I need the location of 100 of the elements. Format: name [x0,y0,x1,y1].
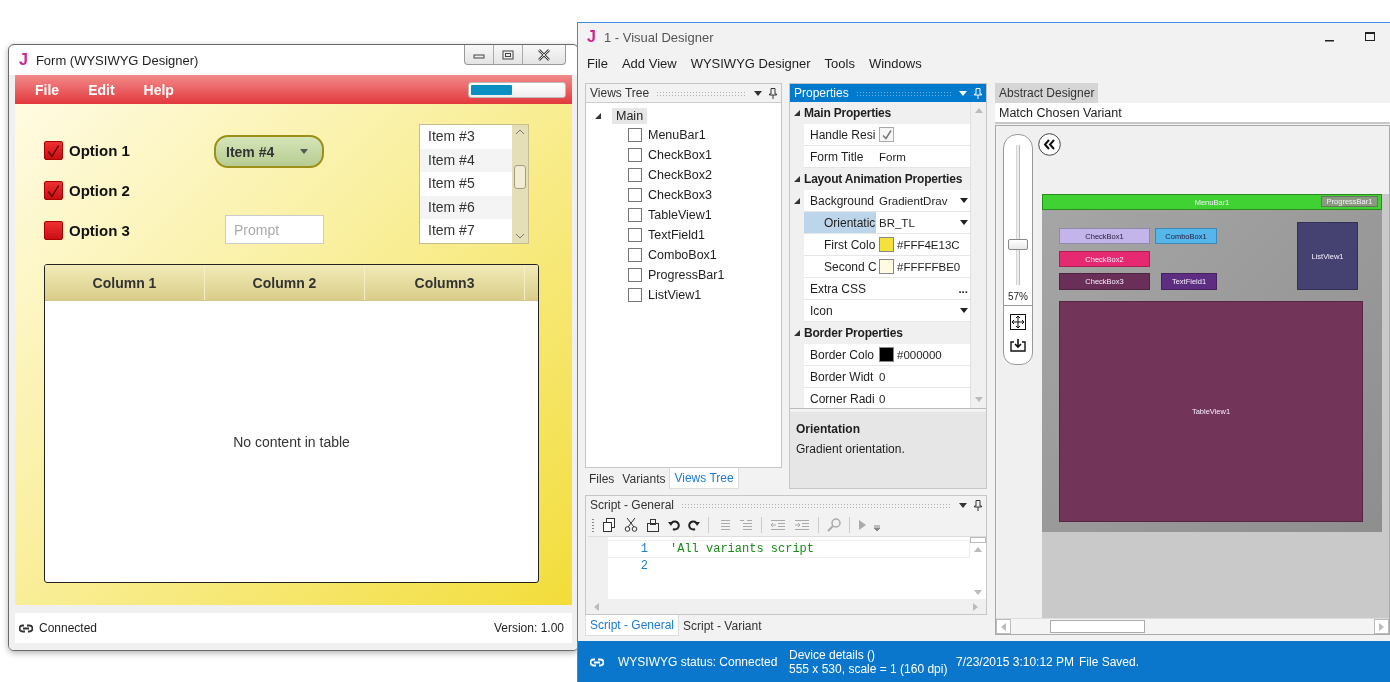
property-name[interactable]: First Colo [804,234,876,256]
property-name[interactable]: Handle Resi [804,124,876,146]
empty-table-message: No content in table [233,433,350,450]
tree-checkbox[interactable] [628,288,642,302]
checkbox-label[interactable]: Option 3 [69,221,130,239]
property-name[interactable]: Border Widt [804,366,876,388]
panel-tab[interactable]: Variants [618,468,670,489]
color-swatch[interactable] [879,259,894,274]
tree-checkbox[interactable] [628,248,642,262]
redo-icon[interactable] [688,519,700,531]
export-icon[interactable] [1010,338,1026,352]
tree-checkbox[interactable] [628,268,642,282]
list-item[interactable]: Item #7 [420,219,512,243]
tree-checkbox[interactable] [628,148,642,162]
close-icon[interactable] [537,48,551,61]
tree-checkbox[interactable] [628,208,642,222]
tree-item[interactable]: MenuBar1 [648,128,706,142]
scrollbar-thumb[interactable] [514,165,526,189]
menu-item[interactable]: File [587,55,608,71]
list-item[interactable]: Item #6 [420,195,512,220]
maximize-icon[interactable] [502,49,514,60]
expand-triangle-icon[interactable] [594,112,602,120]
scrollbar-thumb[interactable] [970,537,986,543]
property-name[interactable]: Orientatic [804,212,876,234]
checkbox[interactable] [44,220,63,240]
column-header[interactable]: Column3 [365,265,525,300]
menu-item[interactable]: Tools [824,55,855,71]
dropdown-caret-icon[interactable] [960,198,968,203]
menu-item[interactable]: WYSIWYG Designer [690,55,811,71]
panel-tab[interactable]: Script - General [585,615,680,636]
panel-tab[interactable]: Views Tree [669,468,739,489]
color-swatch[interactable] [879,347,894,362]
dropdown-caret-icon[interactable] [754,90,762,96]
tree-checkbox[interactable] [628,128,642,142]
tree-item[interactable]: CheckBox3 [648,188,712,202]
overflow-icon[interactable] [874,525,880,531]
checkbox-label[interactable]: Option 1 [69,141,130,159]
scrollbar-thumb[interactable] [1050,620,1145,633]
tree-checkbox[interactable] [628,228,642,242]
dropdown-caret-icon[interactable] [959,502,967,508]
list-item[interactable]: Item #4 [420,148,512,173]
fit-icon[interactable] [1010,314,1026,330]
checkbox[interactable] [44,180,63,200]
tree-checkbox[interactable] [628,188,642,202]
property-name[interactable]: Second C [804,256,876,278]
section-header[interactable]: Main Properties [804,106,892,120]
column-header[interactable]: Column 1 [45,265,205,300]
section-header[interactable]: Layout Animation Properties [804,172,963,186]
undo-icon[interactable] [668,519,680,531]
list-item[interactable]: Item #5 [420,172,512,196]
paste-icon[interactable] [646,518,660,532]
property-checkbox[interactable] [879,127,894,142]
checkbox-label[interactable]: Option 2 [69,181,130,199]
section-header[interactable]: Border Properties [804,326,903,340]
copy-icon[interactable] [602,518,616,532]
designer-tab[interactable]: Abstract Designer [995,83,1099,103]
expand-triangle-icon[interactable] [793,197,801,205]
property-name[interactable]: Border Colo [804,344,876,366]
expand-triangle-icon[interactable] [793,175,801,183]
code-editor[interactable]: 1 'All variants script 2 [588,536,986,599]
scroll-up-icon[interactable] [515,129,525,135]
combo-box[interactable]: Item #4 [214,135,324,168]
color-swatch[interactable] [879,237,894,252]
pin-icon[interactable] [769,87,777,99]
maximize-icon[interactable] [1365,32,1375,42]
tree-checkbox[interactable] [628,168,642,182]
tree-item[interactable]: ComboBox1 [648,248,717,262]
panel-tab[interactable]: Files [585,468,619,489]
scrollbar[interactable] [996,618,1389,634]
property-name[interactable]: Icon [804,300,876,322]
checkbox[interactable] [44,140,63,160]
tree-item[interactable]: TextField1 [648,228,705,242]
expand-triangle-icon[interactable] [793,109,801,117]
list-item[interactable]: Item #3 [420,125,512,149]
slider-thumb[interactable] [1008,239,1028,251]
column-header[interactable]: Column 2 [205,265,365,300]
tree-item[interactable]: TableView1 [648,208,712,222]
property-name[interactable]: Background [804,190,876,212]
property-name[interactable]: Form Title [804,146,876,168]
menu-item[interactable]: Add View [621,55,677,71]
dropdown-caret-icon[interactable] [960,220,968,225]
property-name[interactable]: Corner Radi [804,388,876,408]
tree-item[interactable]: ListView1 [648,288,702,302]
expand-triangle-icon[interactable] [793,329,801,337]
scrollbar[interactable] [512,125,528,243]
tree-item[interactable]: CheckBox2 [648,168,712,182]
variant-field[interactable]: Match Chosen Variant [995,103,1390,124]
tree-item[interactable]: ProgressBar1 [648,268,725,282]
property-name[interactable]: Extra CSS [804,278,876,300]
cut-icon[interactable] [624,518,638,532]
tree-item[interactable]: Main [612,108,648,124]
double-chevron-left-icon[interactable] [1038,133,1061,156]
tree-item[interactable]: CheckBox1 [648,148,712,162]
scroll-down-icon[interactable] [515,233,525,239]
pin-icon[interactable] [974,499,982,511]
panel-tab[interactable]: Script - Variant [679,615,766,636]
text-field[interactable]: Prompt [225,215,324,244]
dropdown-caret-icon[interactable] [960,308,968,313]
property-ellipsis-button[interactable]: ... [958,282,968,295]
menu-item[interactable]: Windows [868,55,922,71]
